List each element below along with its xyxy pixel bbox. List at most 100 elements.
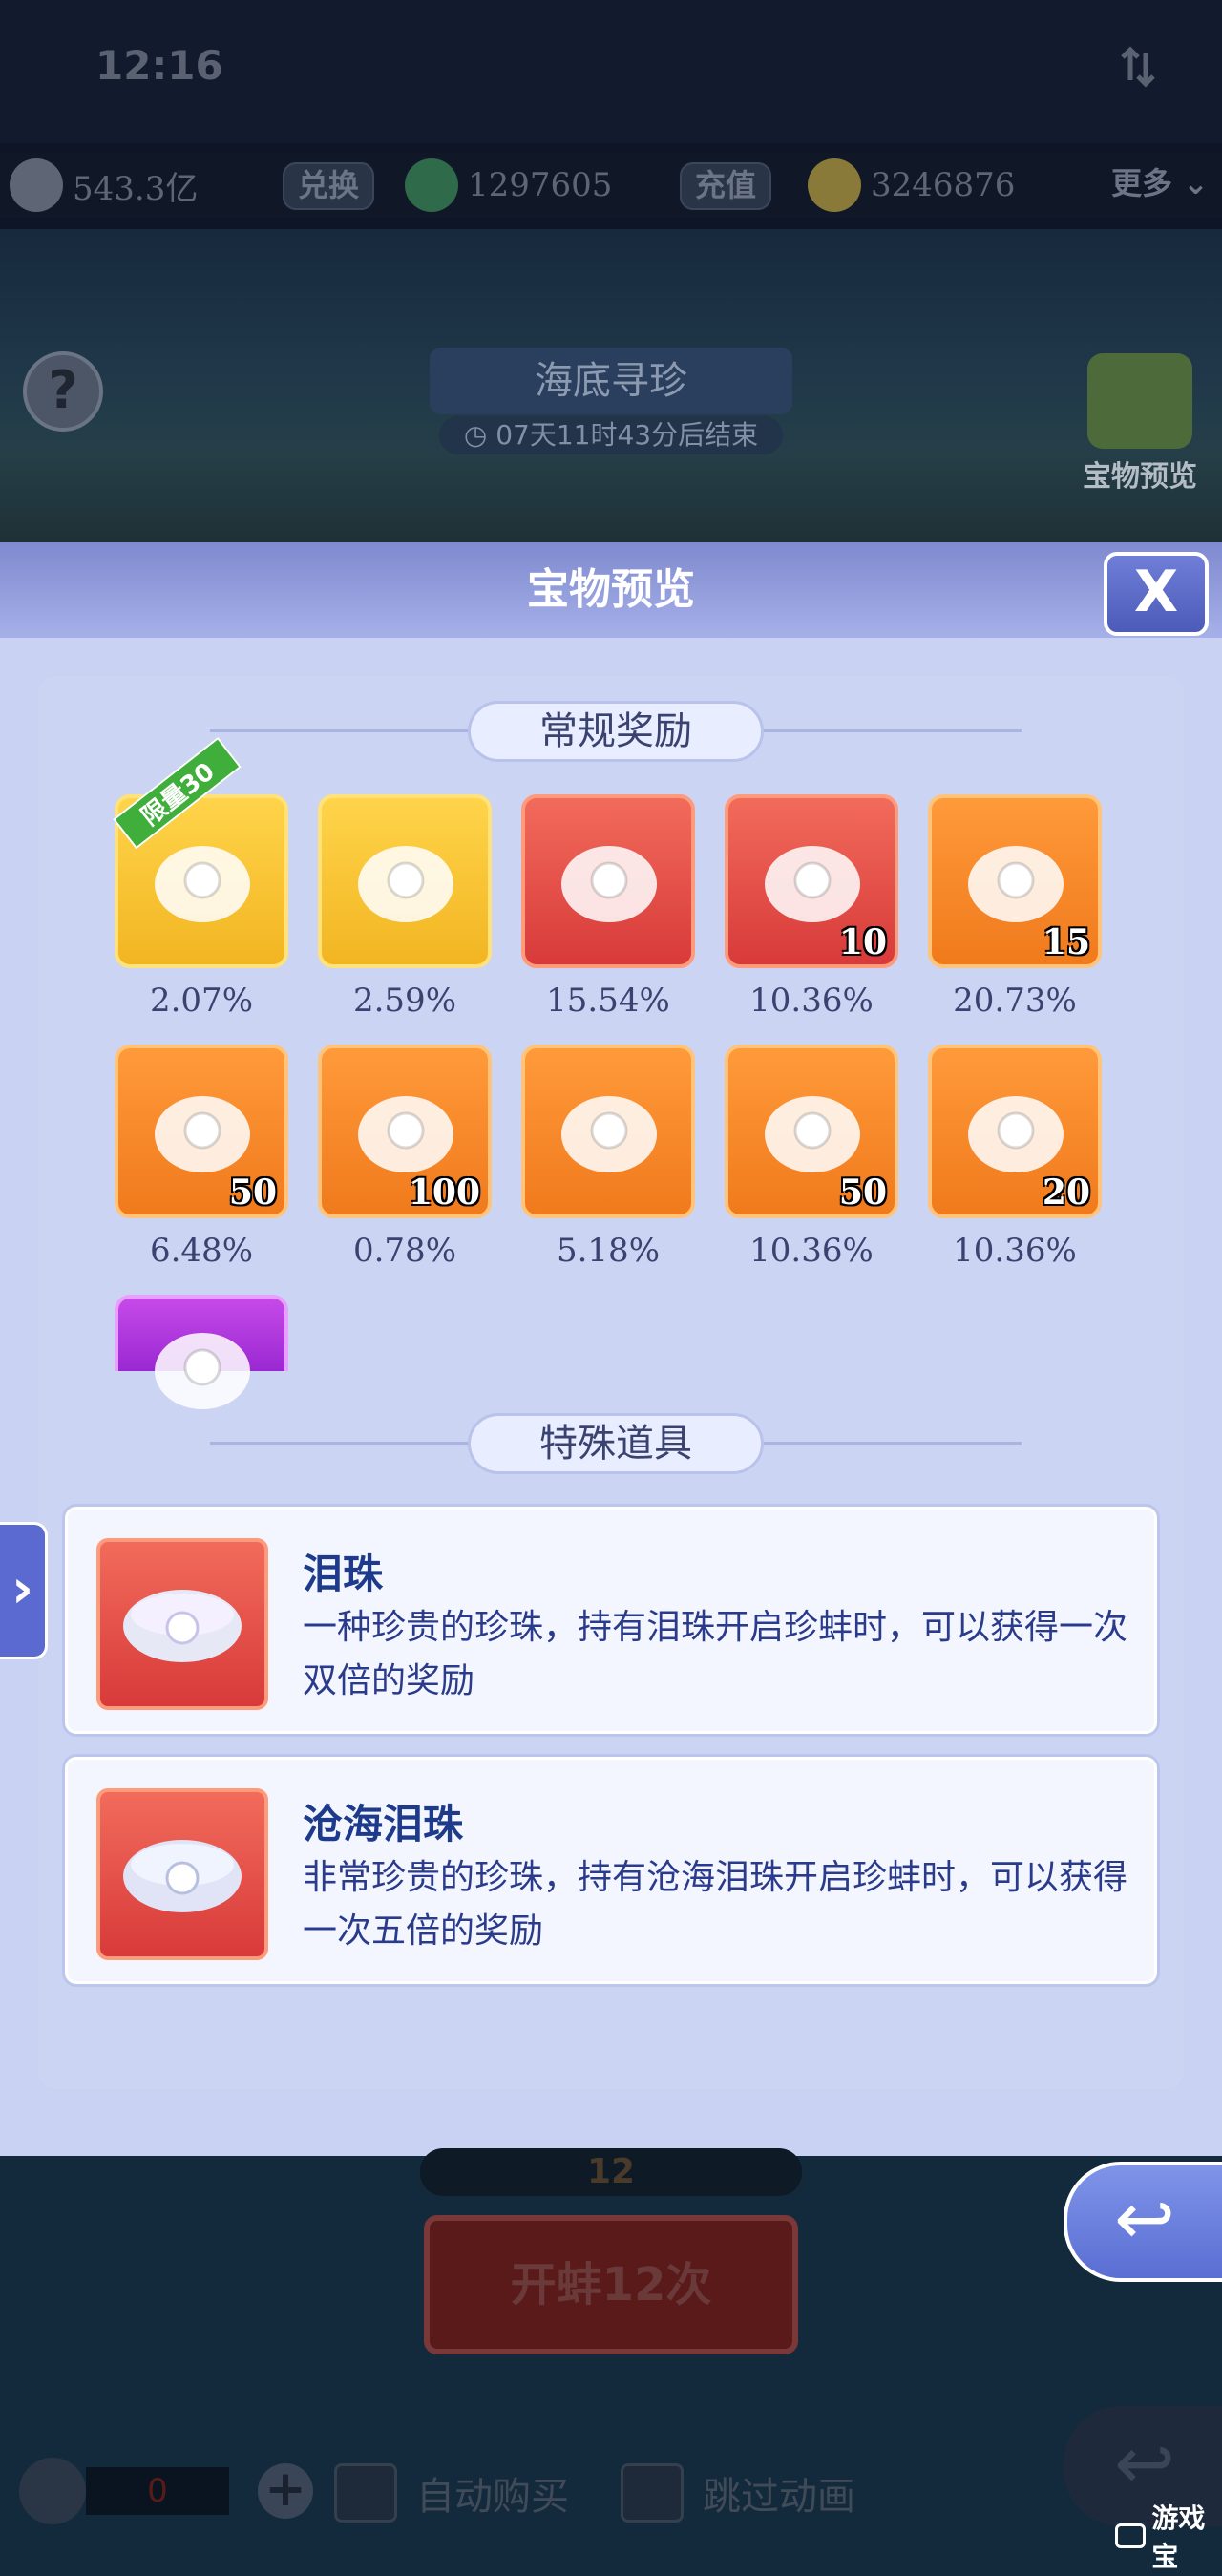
checkbox-box[interactable] — [334, 2463, 397, 2523]
chevron-right-icon: › — [11, 1558, 34, 1620]
reward-item-ore-50[interactable]: 50 — [725, 1045, 898, 1218]
game-scene: ? 海底寻珍 ◷ 07天11时43分后结束 宝物预览 — [0, 229, 1222, 544]
jade-amount: 1297605 — [468, 166, 613, 204]
treasure-chest-icon — [1087, 353, 1192, 449]
map-scroll-icon — [561, 1096, 657, 1172]
silver-currency: 543.3亿 — [10, 158, 198, 212]
drop-rate: 10.36% — [749, 1232, 874, 1270]
silver-amount: 543.3亿 — [73, 169, 199, 208]
item-description: 一种珍贵的珍珠，持有泪珠开启珍蚌时，可以获得一次双倍的奖励 — [303, 1608, 1128, 1700]
special-item-card: 泪珠 一种珍贵的珍珠，持有泪珠开启珍蚌时，可以获得一次双倍的奖励 — [65, 1507, 1157, 1734]
watermark: 游戏宝 — [1115, 2498, 1222, 2574]
regular-rewards-header: 常规奖励 — [0, 701, 1222, 762]
reward-item-ancient-scroll[interactable] — [521, 794, 695, 968]
more-button[interactable]: 更多 ⌄ — [1098, 162, 1222, 210]
reward-item-limited-30-item[interactable]: 限量30 — [113, 736, 288, 968]
reward-item-golden-scroll[interactable] — [318, 794, 492, 968]
limited-30-item-icon — [155, 846, 250, 922]
back-arrow-icon: ↩ — [1114, 2420, 1175, 2505]
event-timer: ◷ 07天11时43分后结束 — [439, 416, 783, 454]
drop-rate: 15.54% — [546, 982, 670, 1020]
drop-rate: 20.73% — [953, 982, 1077, 1020]
auto-buy-checkbox[interactable]: 自动购买 — [334, 2463, 569, 2523]
special-item-card: 沧海泪珠 非常珍贵的珍珠，持有沧海泪珠开启珍蚌时，可以获得一次五倍的奖励 — [65, 1757, 1157, 1984]
drop-rate: 6.48% — [149, 1232, 253, 1270]
drop-rate: 10.36% — [749, 982, 874, 1020]
exchange-button[interactable]: 兑换 — [283, 162, 375, 210]
modal-title: 宝物预览 — [527, 565, 695, 614]
clock-icon: ◷ — [463, 419, 496, 451]
watermark-text: 游戏宝 — [1151, 2502, 1206, 2572]
item-name: 沧海泪珠 — [303, 1801, 464, 1848]
item-thumbnail — [96, 1538, 268, 1710]
reward-item-crystal-20[interactable]: 20 — [928, 1045, 1102, 1218]
jade-icon — [405, 158, 458, 212]
drop-rate: 5.18% — [556, 1232, 660, 1270]
item-name: 泪珠 — [303, 1551, 384, 1597]
purple-egg-icon — [155, 1333, 250, 1409]
open-clam-button[interactable]: 开蚌12次 — [424, 2215, 798, 2354]
open-count: 12 — [420, 2148, 802, 2196]
chevron-down-icon: ⌄ — [1172, 165, 1209, 201]
gold-currency: 3246876 — [808, 158, 1015, 212]
expand-side-button[interactable]: › — [0, 1522, 48, 1659]
drop-rate: 2.59% — [352, 982, 456, 1020]
pearl-shell-icon — [123, 1840, 242, 1912]
drop-rate: 0.78% — [352, 1232, 456, 1270]
status-bar: 12:16 — [0, 0, 1222, 143]
item-count: 20 — [1042, 1172, 1090, 1213]
jade-currency: 1297605 — [405, 158, 612, 212]
special-items-header: 特殊道具 — [0, 1413, 1222, 1474]
pearl-15-icon — [968, 846, 1064, 922]
gem-bag-icon — [765, 846, 860, 922]
reward-item-pearl-50[interactable]: 50 — [115, 1045, 288, 1218]
more-label: 更多 — [1111, 165, 1173, 201]
event-title: 海底寻珍 — [430, 348, 792, 414]
auto-buy-label: 自动购买 — [416, 2475, 569, 2519]
special-items-title: 特殊道具 — [468, 1413, 764, 1474]
reward-item-map-scroll[interactable] — [521, 1045, 695, 1218]
gold-icon — [808, 158, 861, 212]
skip-animation-label: 跳过动画 — [703, 2475, 855, 2519]
quantity-stepper: 0 + — [19, 2458, 313, 2524]
gamepad-icon — [1115, 2523, 1147, 2548]
pearl-icon — [19, 2458, 86, 2524]
recharge-button[interactable]: 充值 — [680, 162, 772, 210]
help-button[interactable]: ? — [23, 351, 103, 432]
pearl-100-icon — [358, 1096, 453, 1172]
item-count: 15 — [1042, 922, 1090, 962]
ancient-scroll-icon — [561, 846, 657, 922]
back-button[interactable]: ↩ — [1064, 2162, 1222, 2282]
quantity-value[interactable]: 0 — [86, 2467, 229, 2515]
crystal-20-icon — [968, 1096, 1064, 1172]
plus-button[interactable]: + — [258, 2463, 313, 2519]
reward-item-purple-egg[interactable] — [115, 1295, 288, 1409]
item-count: 100 — [408, 1172, 480, 1213]
skip-animation-checkbox[interactable]: 跳过动画 — [621, 2463, 855, 2523]
currency-bar: 543.3亿 兑换 1297605 充值 3246876 更多 ⌄ — [0, 153, 1222, 218]
silver-icon — [10, 158, 63, 212]
checkbox-box[interactable] — [621, 2463, 684, 2523]
drop-rate: 2.07% — [149, 982, 253, 1020]
signal-icon — [1121, 46, 1155, 88]
pearl-50-icon — [155, 1096, 250, 1172]
event-timer-text: 07天11时43分后结束 — [495, 419, 759, 451]
treasure-preview-button[interactable]: 宝物预览 — [1073, 353, 1207, 506]
reward-item-gem-bag[interactable]: 10 — [725, 794, 898, 968]
regular-rewards-title: 常规奖励 — [468, 701, 764, 762]
ore-50-icon — [765, 1096, 860, 1172]
item-count: 10 — [838, 922, 887, 962]
pearl-shell-icon — [123, 1590, 242, 1662]
golden-scroll-icon — [358, 846, 453, 922]
item-description: 非常珍贵的珍珠，持有沧海泪珠开启珍蚌时，可以获得一次五倍的奖励 — [303, 1858, 1128, 1951]
drop-rate: 10.36% — [953, 1232, 1077, 1270]
back-arrow-icon: ↩ — [1114, 2176, 1175, 2261]
reward-item-pearl-15[interactable]: 15 — [928, 794, 1102, 968]
close-button[interactable]: X — [1104, 552, 1209, 636]
clock: 12:16 — [95, 42, 223, 89]
treasure-preview-label: 宝物预览 — [1083, 460, 1197, 494]
reward-item-pearl-100[interactable]: 100 — [318, 1045, 492, 1218]
treasure-preview-modal: 宝物预览 X 常规奖励 限量30 2.07% 2.59% 15.54% 10 10.36%… — [0, 542, 1222, 2156]
item-count: 50 — [228, 1172, 277, 1213]
item-count: 50 — [838, 1172, 887, 1213]
